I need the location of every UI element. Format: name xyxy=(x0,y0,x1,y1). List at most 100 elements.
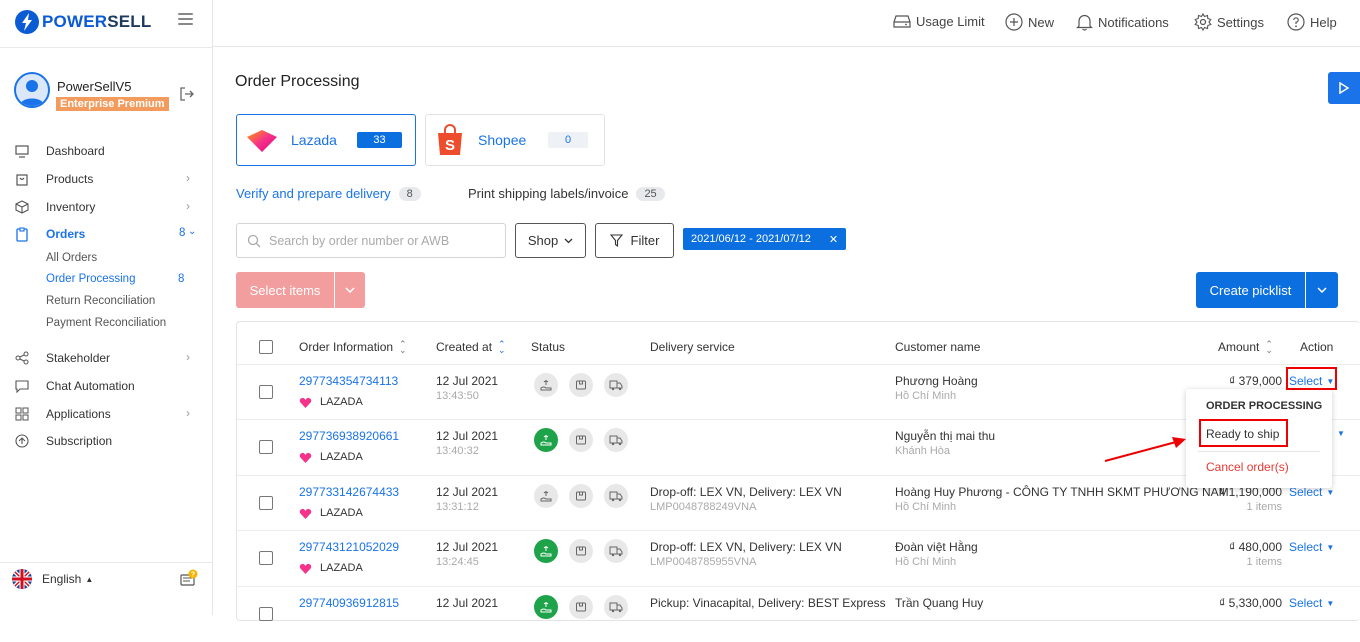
close-icon[interactable]: ✕ xyxy=(829,233,838,246)
bag-icon xyxy=(14,171,30,187)
hamburger-menu-icon[interactable] xyxy=(178,13,193,25)
share-icon xyxy=(14,350,30,366)
avatar[interactable] xyxy=(14,72,50,108)
language-selector[interactable]: English ▲ xyxy=(12,569,93,589)
logout-icon[interactable] xyxy=(179,86,195,102)
gear-icon xyxy=(1194,13,1212,31)
chevron-right-icon: › xyxy=(186,171,190,185)
annotation-arrow-icon xyxy=(1104,437,1186,462)
new-link[interactable]: New xyxy=(1005,13,1054,31)
bell-icon xyxy=(1076,14,1093,31)
created-date: 12 Jul 2021 xyxy=(436,540,499,554)
help-link[interactable]: Help xyxy=(1287,13,1337,31)
row-checkbox[interactable] xyxy=(259,551,273,565)
payment-status-icon xyxy=(534,539,558,563)
header-order-info[interactable]: Order Information ⌃ ⌄ xyxy=(299,340,407,355)
customer-city: Hồ Chí Minh xyxy=(895,390,957,402)
date-range-chip: 2021/06/12 - 2021/07/12 ✕ xyxy=(683,228,847,250)
header-amount[interactable]: Amount ⌃ ⌄ xyxy=(1218,340,1273,355)
delivery-service: Drop-off: LEX VN, Delivery: LEX VN xyxy=(650,540,842,554)
row-select-action[interactable]: Select ▼ xyxy=(1289,596,1334,610)
row-checkbox[interactable] xyxy=(259,607,273,621)
nav-chat-automation[interactable]: Chat Automation xyxy=(14,377,135,395)
search-input[interactable] xyxy=(269,233,489,248)
nav-applications[interactable]: Applications xyxy=(14,405,111,423)
caret-down-icon: ▼ xyxy=(1326,487,1335,497)
subtab-label: Print shipping labels/invoice xyxy=(468,186,629,201)
shop-label: LAZADA xyxy=(299,451,363,463)
usage-limit-link[interactable]: Usage Limit xyxy=(893,13,985,29)
table-row: 297743121052029 LAZADA 12 Jul 2021 13:24… xyxy=(237,530,1360,586)
nav-orders[interactable]: Orders xyxy=(14,225,85,243)
amount: ₫ 5,330,000 xyxy=(1219,596,1282,610)
settings-link[interactable]: Settings xyxy=(1194,13,1264,31)
sub-payment-reconciliation[interactable]: Payment Reconciliation xyxy=(46,317,166,329)
header-customer: Customer name xyxy=(895,340,980,354)
grid-icon xyxy=(14,406,30,422)
select-items-button[interactable]: Select items xyxy=(236,272,334,308)
date-range-label: 2021/06/12 - 2021/07/12 xyxy=(691,233,811,245)
header-created-at[interactable]: Created at ⌃ ⌄ xyxy=(436,340,506,355)
lazada-logo-icon xyxy=(247,130,277,152)
nav-dashboard[interactable]: Dashboard xyxy=(14,142,105,160)
order-number-link[interactable]: 297743121052029 xyxy=(299,540,399,554)
chevron-down-icon: ⌄ xyxy=(188,226,197,237)
support-icon[interactable]: ? xyxy=(180,569,198,587)
panel-toggle-button[interactable] xyxy=(1328,72,1360,104)
notifications-label: Notifications xyxy=(1098,14,1169,30)
select-all-checkbox[interactable] xyxy=(259,340,273,354)
nav-stakeholder[interactable]: Stakeholder xyxy=(14,349,110,367)
subtab-print-labels[interactable]: Print shipping labels/invoice 25 xyxy=(468,186,665,201)
row-select-action[interactable]: ▼ xyxy=(1333,429,1345,438)
lazada-logo-icon xyxy=(299,397,312,408)
tab-lazada[interactable]: Lazada 33 xyxy=(236,114,416,166)
notifications-link[interactable]: Notifications xyxy=(1076,13,1169,31)
nav-label: Subscription xyxy=(46,434,113,448)
cancel-order-option[interactable]: Cancel order(s) xyxy=(1206,460,1289,474)
tab-shopee[interactable]: S Shopee 0 xyxy=(425,114,605,166)
create-picklist-dropdown-button[interactable] xyxy=(1306,272,1338,308)
nav-subscription[interactable]: Subscription xyxy=(14,432,112,450)
create-picklist-button[interactable]: Create picklist xyxy=(1196,272,1305,308)
sub-order-processing[interactable]: Order Processing xyxy=(46,273,135,285)
svg-text:?: ? xyxy=(191,572,195,579)
truck-status-icon xyxy=(604,428,628,452)
created-date: 12 Jul 2021 xyxy=(436,596,499,610)
order-processing-count: 8 xyxy=(178,273,185,285)
payment-status-icon xyxy=(534,428,558,452)
order-number-link[interactable]: 297740936912815 xyxy=(299,596,399,610)
sub-return-reconciliation[interactable]: Return Reconciliation xyxy=(46,295,155,307)
filter-button[interactable]: Filter xyxy=(595,223,674,258)
row-checkbox[interactable] xyxy=(259,496,273,510)
customer-name: Trần Quang Huy xyxy=(895,596,984,610)
order-number-link[interactable]: 297733142674433 xyxy=(299,485,399,499)
order-number-link[interactable]: 297736938920661 xyxy=(299,429,399,443)
subtab-count: 25 xyxy=(636,186,665,201)
payment-status-icon xyxy=(534,484,558,508)
customer-city: Khánh Hòa xyxy=(895,445,951,457)
package-status-icon xyxy=(569,595,593,619)
nav-inventory[interactable]: Inventory xyxy=(14,198,95,216)
payment-status-icon xyxy=(534,595,558,619)
row-checkbox[interactable] xyxy=(259,385,273,399)
lazada-logo-icon xyxy=(299,563,312,574)
new-label: New xyxy=(1028,14,1055,30)
order-number-link[interactable]: 297734354734113 xyxy=(299,374,398,388)
header-label: Delivery service xyxy=(650,340,735,354)
row-select-action[interactable]: Select ▼ xyxy=(1289,540,1334,554)
plus-circle-icon xyxy=(1005,13,1023,31)
customer-name: Nguyễn thị mai thu xyxy=(895,429,996,443)
logo[interactable]: POWERSELL xyxy=(14,8,151,36)
drive-icon xyxy=(893,15,911,28)
select-items-dropdown-button[interactable] xyxy=(335,272,365,308)
created-date: 12 Jul 2021 xyxy=(436,429,499,443)
sub-all-orders[interactable]: All Orders xyxy=(46,252,97,264)
nav-products[interactable]: Products xyxy=(14,170,93,188)
filter-icon xyxy=(609,234,623,247)
row-checkbox[interactable] xyxy=(259,440,273,454)
shop-dropdown[interactable]: Shop xyxy=(515,223,586,258)
subtab-verify[interactable]: Verify and prepare delivery 8 xyxy=(236,186,421,201)
chevron-down-icon xyxy=(1317,287,1327,293)
nav-label: Orders xyxy=(46,227,86,241)
caret-down-icon: ▼ xyxy=(1337,429,1345,438)
